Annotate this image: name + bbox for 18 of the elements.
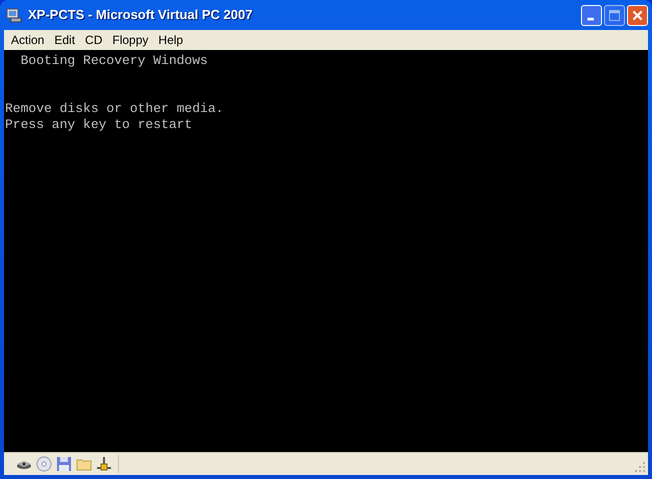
- menu-item[interactable]: Edit: [49, 31, 80, 49]
- close-icon: [632, 10, 643, 20]
- console-text: Remove disks or other media.: [5, 101, 224, 117]
- maximize-icon: [609, 10, 620, 20]
- menu-item[interactable]: Help: [153, 31, 188, 49]
- network-icon[interactable]: [96, 456, 112, 472]
- menu-item[interactable]: Floppy: [107, 31, 154, 49]
- floppy-icon[interactable]: [56, 456, 72, 472]
- menu-item[interactable]: CD: [80, 31, 108, 49]
- menu-item[interactable]: Action: [6, 31, 50, 49]
- computer-icon: [6, 7, 22, 23]
- minimize-icon: [587, 17, 594, 20]
- minimize-button[interactable]: [581, 4, 602, 26]
- resize-grip-icon[interactable]: [635, 462, 646, 473]
- console-text: Press any key to restart: [5, 117, 194, 133]
- console-text: Booting Recovery Windows: [20, 53, 209, 69]
- close-button[interactable]: [627, 4, 648, 26]
- window-title: XP-PCTS - Microsoft Virtual PC 2007: [28, 6, 252, 24]
